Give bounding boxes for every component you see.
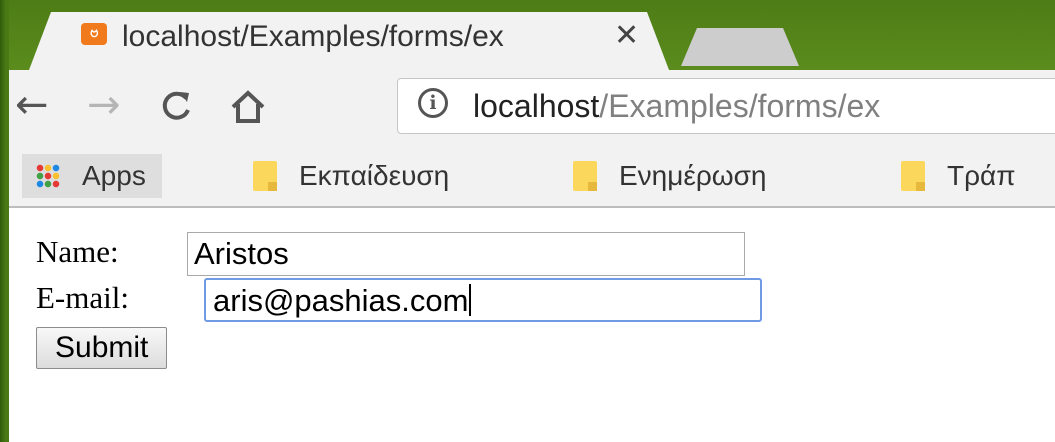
tab-strip: ဗ localhost/Examples/forms/ex ✕: [9, 0, 1055, 70]
xampp-favicon-icon: ဗ: [81, 23, 107, 45]
bookmark-folder-3[interactable]: Τράπ: [901, 154, 1016, 198]
text-caret: [469, 284, 472, 316]
new-tab-button[interactable]: [681, 28, 799, 66]
folder-icon: [573, 161, 597, 191]
apps-label: Apps: [82, 160, 146, 191]
close-tab-icon[interactable]: ✕: [614, 18, 639, 53]
bookmark-label: Τράπ: [947, 160, 1016, 191]
submit-button[interactable]: Submit: [36, 327, 168, 369]
info-icon[interactable]: i: [418, 88, 448, 118]
tab-title[interactable]: localhost/Examples/forms/ex: [122, 20, 572, 54]
url-host: localhost: [473, 88, 600, 124]
email-input[interactable]: aris@pashias.com: [204, 278, 762, 322]
bookmark-apps[interactable]: Apps: [22, 154, 162, 198]
reload-icon[interactable]: [156, 82, 196, 136]
folder-icon: [253, 161, 277, 191]
apps-grid-icon: [36, 164, 60, 188]
url-text[interactable]: localhost/Examples/forms/ex: [473, 88, 880, 125]
home-icon[interactable]: [227, 82, 269, 138]
name-input[interactable]: Aristos: [187, 232, 745, 276]
bookmarks-bar: Apps Εκπαίδευση Ενημέρωση Τράπ: [9, 148, 1055, 208]
back-arrow-icon[interactable]: ←: [15, 82, 49, 128]
bookmark-folder-2[interactable]: Ενημέρωση: [573, 154, 767, 198]
folder-icon: [901, 161, 925, 191]
bookmark-folder-1[interactable]: Εκπαίδευση: [253, 154, 449, 198]
name-label: Name:: [36, 234, 119, 269]
home-house-svg: [231, 90, 265, 123]
reload-arrow-svg: [162, 91, 190, 120]
address-bar[interactable]: i localhost/Examples/forms/ex: [397, 78, 1055, 134]
url-path: /Examples/forms/ex: [599, 88, 881, 124]
toolbar: ← → i localhost/Examples/forms/ex: [9, 70, 1055, 148]
page-content: Name: Aristos E-mail: aris@pashias.com S…: [9, 208, 1055, 442]
forward-arrow-icon[interactable]: →: [87, 82, 121, 128]
bookmark-label: Εκπαίδευση: [299, 160, 450, 191]
email-label: E-mail:: [36, 280, 129, 315]
browser-window: ဗ localhost/Examples/forms/ex ✕ ← → i lo…: [9, 0, 1055, 442]
bookmark-label: Ενημέρωση: [619, 160, 767, 191]
email-value: aris@pashias.com: [213, 283, 469, 318]
